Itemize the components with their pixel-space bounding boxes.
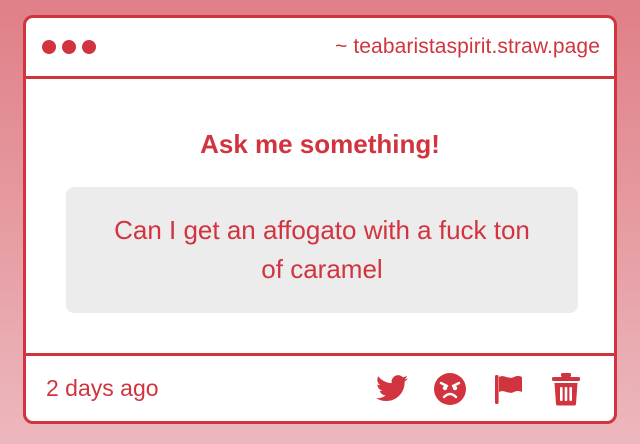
share-twitter-button[interactable] bbox=[374, 371, 410, 407]
window-dot-2 bbox=[62, 40, 76, 54]
question-box: Can I get an affogato with a fuck ton of… bbox=[66, 187, 578, 313]
window-dot-1 bbox=[42, 40, 56, 54]
twitter-icon bbox=[376, 375, 408, 402]
card-content: Ask me something! Can I get an affogato … bbox=[26, 79, 614, 353]
site-url[interactable]: ~ teabaristaspirit.straw.page bbox=[335, 35, 600, 59]
question-card: ~ teabaristaspirit.straw.page Ask me som… bbox=[23, 15, 617, 424]
angry-face-icon bbox=[434, 372, 466, 405]
window-titlebar: ~ teabaristaspirit.straw.page bbox=[26, 18, 614, 79]
angry-react-button[interactable] bbox=[432, 371, 468, 407]
card-footer: 2 days ago bbox=[26, 353, 614, 421]
action-bar bbox=[374, 371, 584, 407]
flag-icon bbox=[495, 374, 522, 404]
delete-button[interactable] bbox=[548, 371, 584, 407]
trash-icon bbox=[552, 372, 580, 405]
timestamp: 2 days ago bbox=[46, 375, 159, 401]
page-title: Ask me something! bbox=[200, 129, 440, 159]
report-button[interactable] bbox=[490, 371, 526, 407]
window-controls bbox=[42, 40, 96, 54]
question-text: Can I get an affogato with a fuck ton of… bbox=[114, 215, 530, 284]
window-dot-3 bbox=[82, 40, 96, 54]
